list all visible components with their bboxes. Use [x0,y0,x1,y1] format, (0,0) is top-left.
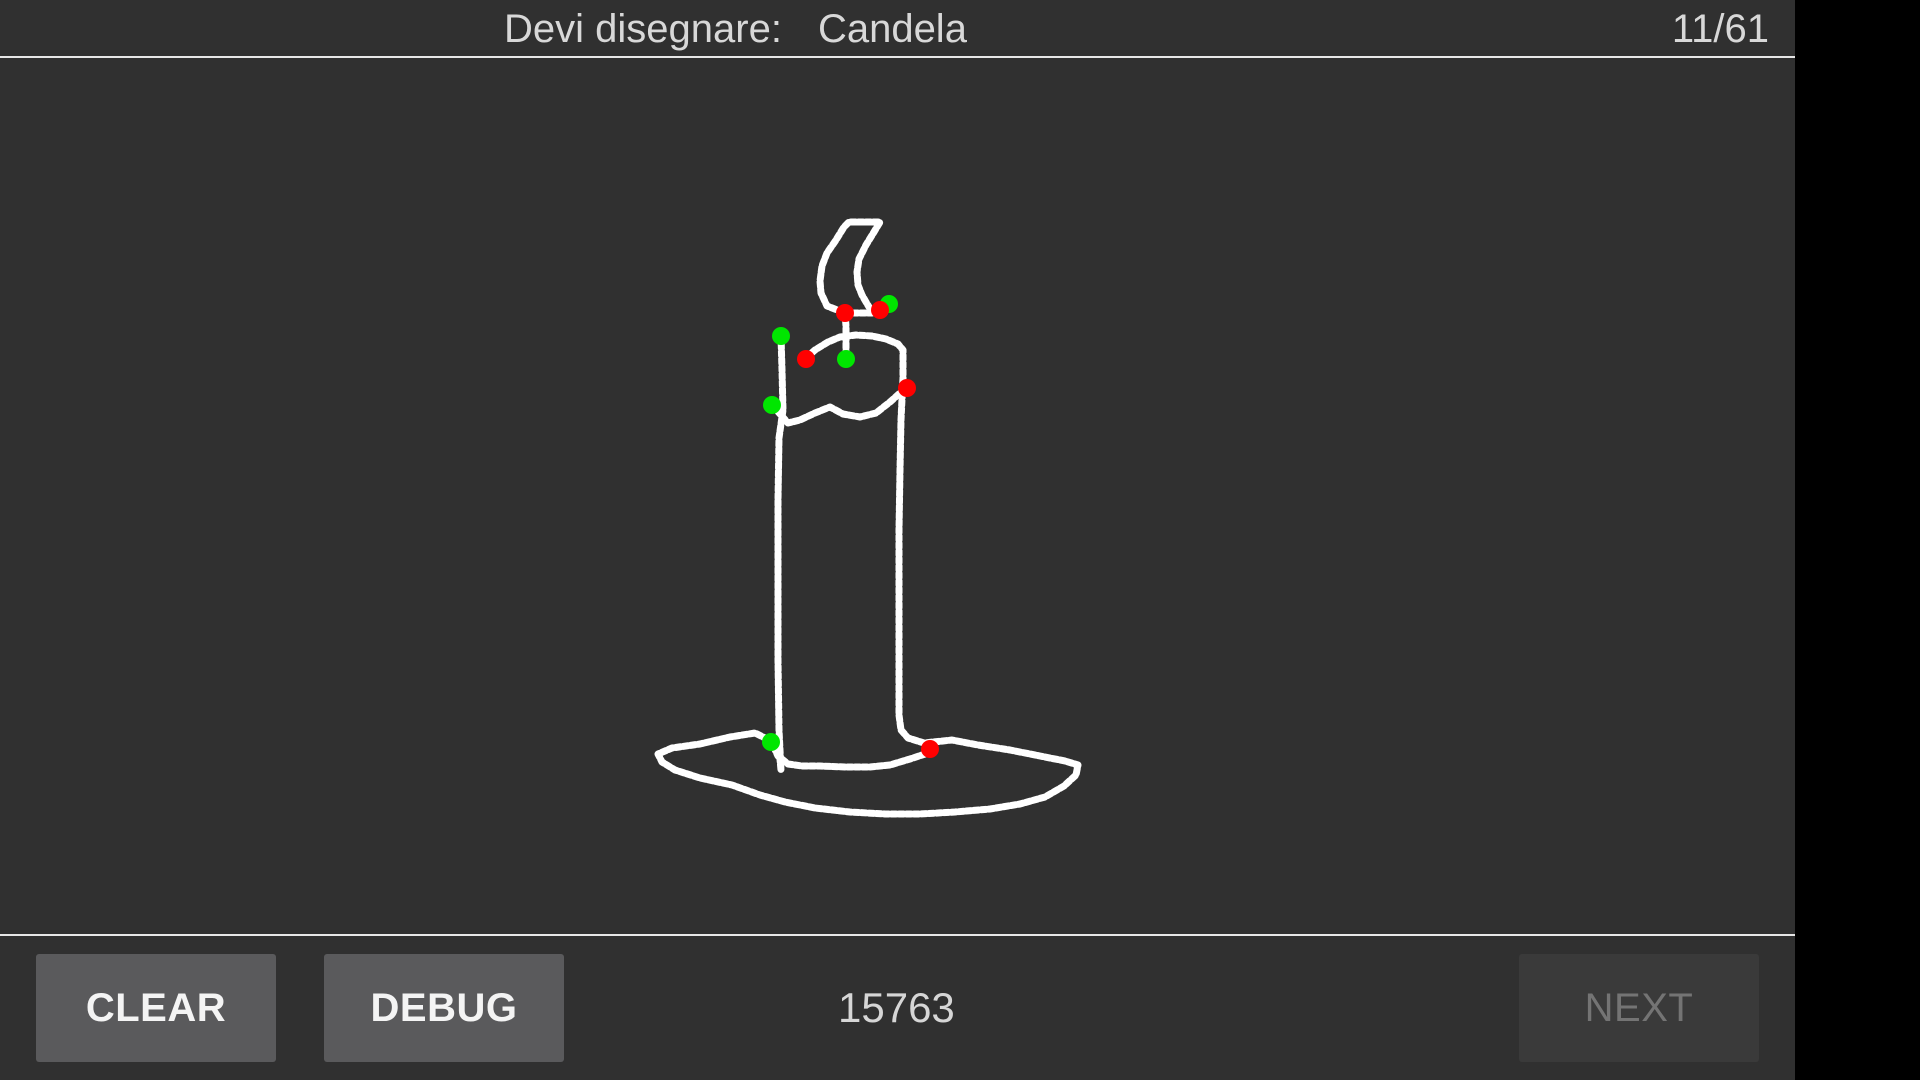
prompt-label: Devi disegnare: [504,7,782,51]
drawing-canvas[interactable] [0,58,1795,934]
end-marker [871,301,889,319]
stroke-markers [762,295,939,758]
stroke-flame [816,218,893,317]
header-bar: Devi disegnare: Candela 11/61 [0,0,1795,56]
drawing-strokes [654,218,1082,818]
debug-button[interactable]: DEBUG [324,954,564,1062]
stroke-drip [768,384,911,427]
start-marker [772,327,790,345]
prompt-word: Candela [817,7,967,51]
start-marker [837,350,855,368]
end-marker [921,740,939,758]
clear-button[interactable]: CLEAR [36,954,276,1062]
stroke-candle-right [654,374,1082,818]
end-marker [836,304,854,322]
end-marker [797,350,815,368]
end-marker [898,379,916,397]
drawing-prompt: Devi disegnare: Candela [504,4,967,54]
start-marker [763,396,781,414]
drawing-game-screen: Devi disegnare: Candela 11/61 CLEAR DEBU… [0,0,1795,1080]
start-marker [762,733,780,751]
score-value: 15763 [838,984,955,1031]
next-button[interactable]: NEXT [1519,954,1759,1062]
footer-bar: CLEAR DEBUG 15763 NEXT [0,936,1795,1080]
progress-counter: 11/61 [1671,7,1769,51]
candle-drawing [654,218,1082,818]
